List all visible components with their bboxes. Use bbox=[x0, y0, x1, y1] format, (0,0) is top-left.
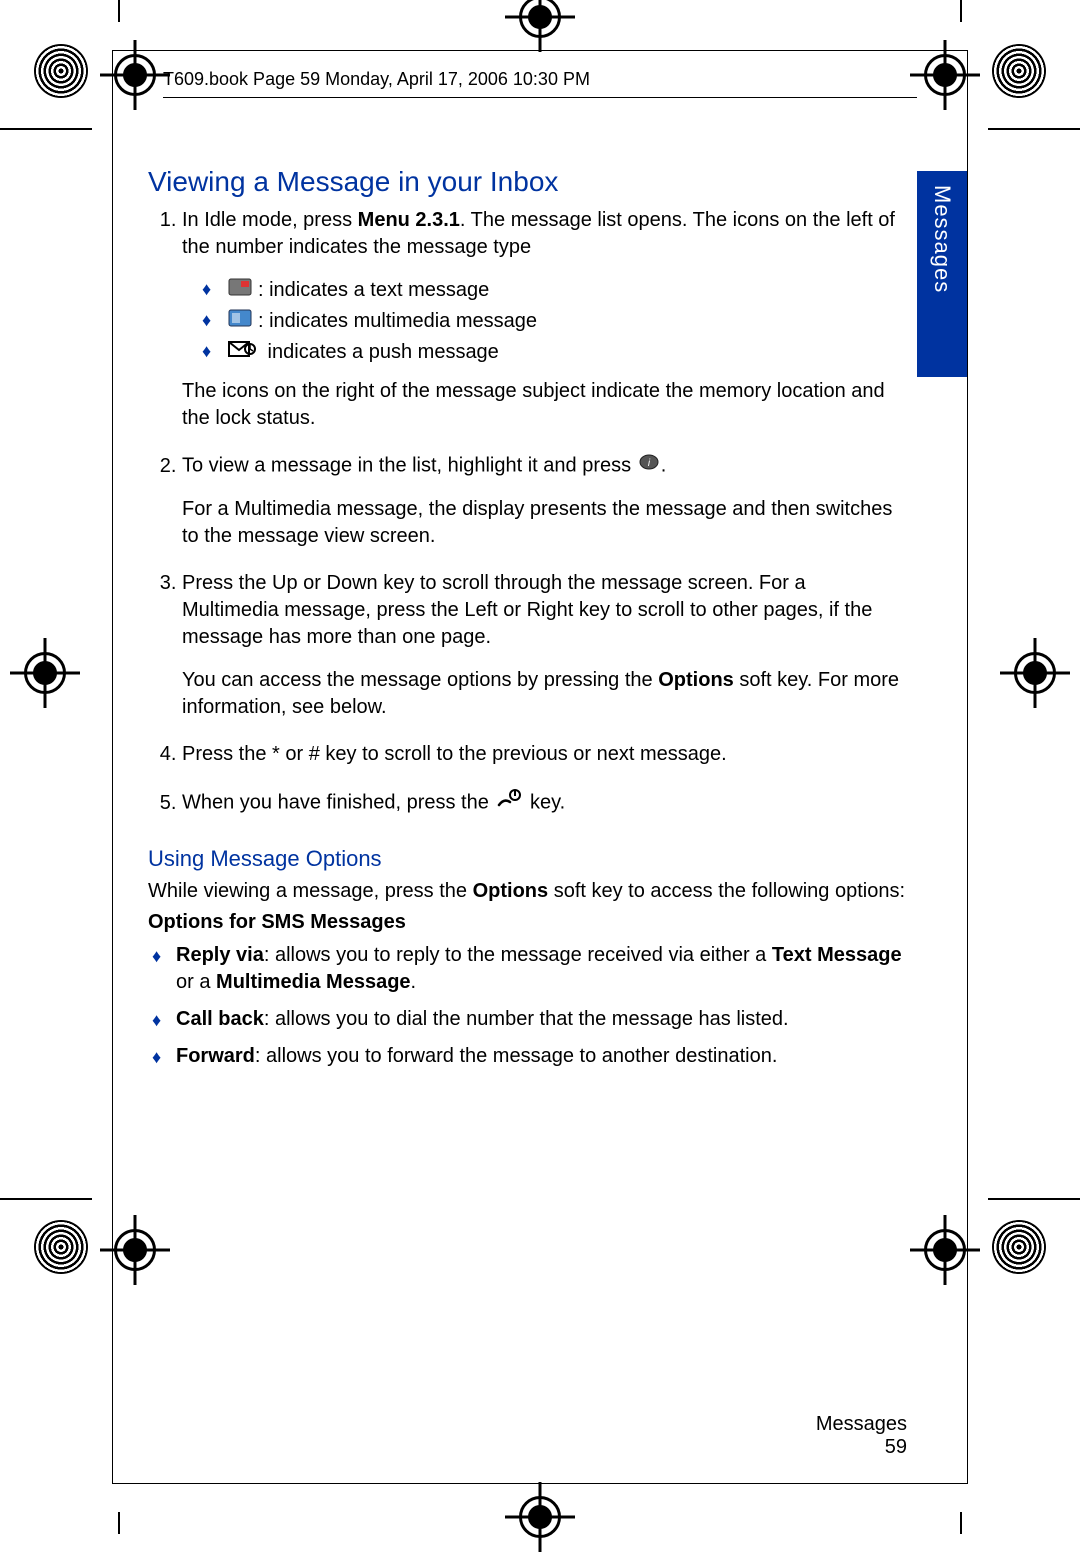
step-5: When you have finished, press the key. bbox=[182, 788, 907, 818]
sms-options-heading: Options for SMS Messages bbox=[148, 911, 406, 933]
page-footer: Messages 59 bbox=[816, 1413, 907, 1459]
options-key: Options bbox=[473, 880, 549, 902]
option-name: Call back bbox=[176, 1008, 264, 1030]
icon-legend: : indicates a text message : indicates m… bbox=[182, 277, 907, 367]
ok-key-icon: i bbox=[639, 452, 659, 480]
register-target bbox=[505, 1482, 575, 1552]
section-heading: Viewing a Message in your Inbox bbox=[148, 163, 907, 201]
text: . bbox=[411, 971, 417, 993]
push-message-icon bbox=[228, 339, 256, 366]
subsection-heading: Using Message Options bbox=[148, 844, 907, 874]
step-4-text: Press the * or # key to scroll to the pr… bbox=[182, 741, 907, 768]
instruction-list: In Idle mode, press Menu 2.3.1. The mess… bbox=[148, 207, 907, 819]
step-3a: Press the Up or Down key to scroll throu… bbox=[182, 570, 907, 651]
footer-page-number: 59 bbox=[816, 1436, 907, 1459]
crop-rule bbox=[988, 128, 1080, 130]
step-5-text: When you have finished, press the key. bbox=[182, 788, 907, 818]
text: While viewing a message, press the bbox=[148, 880, 473, 902]
running-head: T609.book Page 59 Monday, April 17, 2006… bbox=[163, 69, 590, 90]
step-2: To view a message in the list, highlight… bbox=[182, 452, 907, 550]
page-content: Viewing a Message in your Inbox In Idle … bbox=[148, 163, 907, 1423]
crop-rule bbox=[118, 0, 120, 22]
thumb-tab-messages: Messages bbox=[917, 171, 967, 377]
legend-text-message: : indicates a text message bbox=[202, 277, 907, 304]
menu-code: Menu 2.3.1 bbox=[358, 209, 460, 231]
spiral-mark bbox=[992, 44, 1046, 98]
multimedia-message-icon bbox=[228, 308, 252, 335]
step-3: Press the Up or Down key to scroll throu… bbox=[182, 570, 907, 721]
text: You can access the message options by pr… bbox=[182, 669, 658, 691]
text: or a bbox=[176, 971, 216, 993]
thumb-tab-label: Messages bbox=[929, 185, 955, 293]
step-4: Press the * or # key to scroll to the pr… bbox=[182, 741, 907, 768]
legend-label: : indicates a text message bbox=[258, 279, 489, 301]
option-name: Reply via bbox=[176, 944, 264, 966]
crop-rule bbox=[118, 1512, 120, 1534]
legend-label: indicates a push message bbox=[262, 341, 499, 363]
register-target bbox=[505, 0, 575, 52]
text-bold: Text Message bbox=[772, 944, 902, 966]
text: When you have finished, press the bbox=[182, 792, 494, 814]
spiral-mark bbox=[34, 1220, 88, 1274]
option-name: Forward bbox=[176, 1045, 255, 1067]
text-message-icon bbox=[228, 277, 252, 304]
crop-rule bbox=[960, 0, 962, 22]
crop-rule bbox=[0, 128, 92, 130]
option-reply-via: Reply via: allows you to reply to the me… bbox=[152, 942, 907, 996]
step-1: In Idle mode, press Menu 2.3.1. The mess… bbox=[182, 207, 907, 433]
text: : allows you to reply to the message rec… bbox=[264, 944, 772, 966]
crop-rule bbox=[0, 1198, 92, 1200]
legend-push: indicates a push message bbox=[202, 339, 907, 366]
crop-rule bbox=[960, 1512, 962, 1534]
register-target bbox=[10, 638, 80, 708]
text: soft key to access the following options… bbox=[548, 880, 905, 902]
spiral-mark bbox=[992, 1220, 1046, 1274]
step-1-text: In Idle mode, press Menu 2.3.1. The mess… bbox=[182, 207, 907, 261]
sms-options-list: Reply via: allows you to reply to the me… bbox=[148, 942, 907, 1070]
footer-chapter: Messages bbox=[816, 1413, 907, 1436]
options-intro: While viewing a message, press the Optio… bbox=[148, 878, 907, 905]
step-3b: You can access the message options by pr… bbox=[182, 667, 907, 721]
legend-label: : indicates multimedia message bbox=[258, 310, 537, 332]
page-frame: T609.book Page 59 Monday, April 17, 2006… bbox=[112, 50, 968, 1484]
options-key: Options bbox=[658, 669, 734, 691]
crop-rule bbox=[988, 1198, 1080, 1200]
register-target bbox=[1000, 638, 1070, 708]
text: . bbox=[661, 455, 667, 477]
text-bold: Multimedia Message bbox=[216, 971, 411, 993]
spiral-mark bbox=[34, 44, 88, 98]
step-1-tail: The icons on the right of the message su… bbox=[182, 378, 907, 432]
step-2b: For a Multimedia message, the display pr… bbox=[182, 496, 907, 550]
text: : allows you to forward the message to a… bbox=[255, 1045, 778, 1067]
text: To view a message in the list, highlight… bbox=[182, 455, 637, 477]
text: In Idle mode, press bbox=[182, 209, 358, 231]
header-rule bbox=[163, 97, 917, 98]
text: key. bbox=[530, 792, 565, 814]
text: : allows you to dial the number that the… bbox=[264, 1008, 789, 1030]
option-call-back: Call back: allows you to dial the number… bbox=[152, 1006, 907, 1033]
step-2a: To view a message in the list, highlight… bbox=[182, 452, 907, 480]
option-forward: Forward: allows you to forward the messa… bbox=[152, 1043, 907, 1070]
end-key-icon bbox=[496, 788, 522, 818]
legend-mms: : indicates multimedia message bbox=[202, 308, 907, 335]
